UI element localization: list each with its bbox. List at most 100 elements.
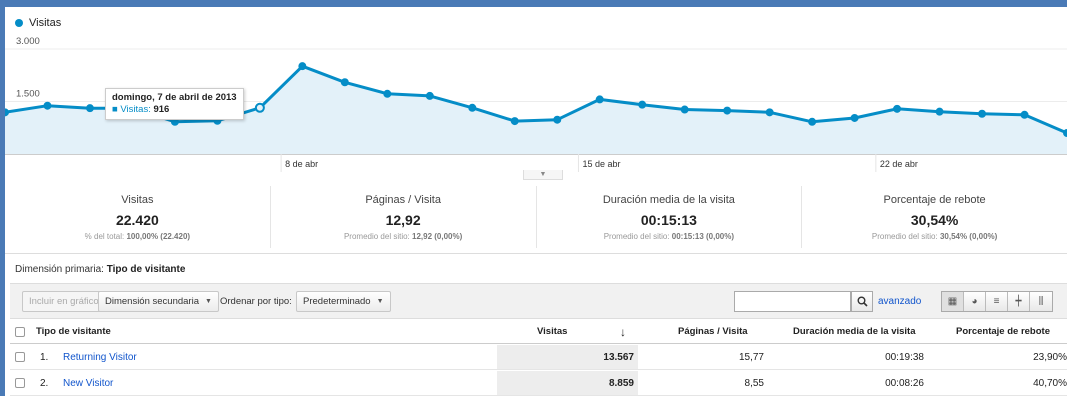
data-point[interactable] xyxy=(1020,110,1029,119)
data-point[interactable] xyxy=(43,101,52,110)
tooltip-date: domingo, 7 de abril de 2013 xyxy=(112,92,237,103)
col-pages-per-visit[interactable]: Páginas / Visita xyxy=(678,320,748,343)
metric-label: Porcentaje de rebote xyxy=(883,194,986,206)
data-point[interactable] xyxy=(553,115,562,124)
metric-value: 12,92 xyxy=(385,212,421,228)
data-point[interactable] xyxy=(850,113,859,122)
data-point[interactable] xyxy=(254,102,265,113)
checkbox-icon xyxy=(15,378,25,388)
data-point[interactable] xyxy=(5,108,9,117)
legend-dot-icon xyxy=(15,19,23,27)
secondary-dimension-dropdown[interactable]: Dimensión secundaria ▼ xyxy=(98,291,219,312)
comparison-view-icon[interactable]: ┿ xyxy=(1008,292,1030,311)
sort-type-dropdown[interactable]: Predeterminado ▼ xyxy=(296,291,391,312)
metric-sub-text: Promedio del sitio: xyxy=(603,232,672,241)
row-pages-per-visit: 8,55 xyxy=(744,377,764,389)
data-point[interactable] xyxy=(978,109,987,118)
performance-view-icon[interactable]: ≡ xyxy=(986,292,1008,311)
data-point[interactable] xyxy=(425,91,434,100)
data-point[interactable] xyxy=(808,117,817,126)
metric-label: Visitas xyxy=(121,194,154,206)
primary-dimension-value[interactable]: Tipo de visitante xyxy=(107,264,186,275)
col-avg-duration[interactable]: Duración media de la visita xyxy=(793,320,916,343)
metric-pages-per-visit[interactable]: Páginas / Visita 12,92 Promedio del siti… xyxy=(271,186,537,248)
table-row: 1. Returning Visitor 13.567 15,77 00:19:… xyxy=(10,345,1067,370)
advanced-filter-link[interactable]: avanzado xyxy=(878,296,921,307)
metric-sub-text: % del total: xyxy=(84,232,127,241)
pie-view-icon[interactable]: ◕ xyxy=(964,292,986,311)
data-point[interactable] xyxy=(595,95,604,104)
expand-chart-toggle[interactable]: ▼ xyxy=(523,170,563,180)
metric-label: Duración media de la visita xyxy=(602,194,735,206)
row-checkbox[interactable] xyxy=(15,345,25,369)
data-point[interactable] xyxy=(935,107,944,116)
metric-visits[interactable]: Visitas 22.420 % del total: 100,00% (22.… xyxy=(5,186,271,248)
data-point[interactable] xyxy=(468,103,477,112)
data-point[interactable] xyxy=(765,108,774,117)
y-tick-label: 1.500 xyxy=(16,89,40,100)
sort-desc-arrow-icon: ↓ xyxy=(620,324,626,339)
chart-tooltip: domingo, 7 de abril de 2013 ■ Visitas: 9… xyxy=(105,88,244,120)
metrics-summary: Visitas 22.420 % del total: 100,00% (22.… xyxy=(5,186,1067,248)
row-avg-duration: 00:19:38 xyxy=(885,351,924,363)
visits-chart: 3.000 1.500 8 de abr 15 de abr 22 de abr Vis… xyxy=(5,7,1067,180)
row-visits: 8.859 xyxy=(497,371,638,395)
data-point[interactable] xyxy=(85,104,94,113)
row-checkbox[interactable] xyxy=(15,371,25,395)
row-visitor-type-link[interactable]: New Visitor xyxy=(63,371,113,395)
chart-legend[interactable]: Visitas xyxy=(15,17,61,29)
plot-rows-button[interactable]: Incluir en gráfico xyxy=(22,291,106,312)
checkbox-icon xyxy=(15,326,25,337)
legend-label: Visitas xyxy=(29,17,62,29)
metric-label: Páginas / Visita xyxy=(365,194,441,206)
data-point[interactable] xyxy=(340,78,349,87)
row-bounce-rate: 40,70% xyxy=(1033,377,1067,389)
row-avg-duration: 00:08:26 xyxy=(885,377,924,389)
row-number: 2. xyxy=(40,377,49,389)
term-cloud-view-icon[interactable]: ⫼ xyxy=(1030,292,1052,311)
chevron-down-icon: ▼ xyxy=(376,298,384,305)
select-all-checkbox[interactable] xyxy=(15,320,25,343)
data-point[interactable] xyxy=(383,89,392,98)
checkbox-icon xyxy=(15,352,25,362)
metric-avg-duration[interactable]: Duración media de la visita 00:15:13 Pro… xyxy=(537,186,803,248)
table-search-input[interactable] xyxy=(734,291,851,312)
section-divider xyxy=(5,253,1067,254)
col-bounce-rate[interactable]: Porcentaje de rebote xyxy=(956,320,1050,343)
row-number: 1. xyxy=(40,351,49,363)
chevron-down-icon: ▼ xyxy=(205,298,212,305)
metric-sub: Promedio del sitio: 00:15:13 (0,00%) xyxy=(537,232,802,241)
search-icon xyxy=(857,296,868,307)
col-visits[interactable]: Visitas xyxy=(537,320,567,343)
table-view-icon[interactable]: ▦ xyxy=(942,292,964,311)
primary-dimension: Dimensión primaria: Tipo de visitante xyxy=(15,264,185,275)
data-point[interactable] xyxy=(893,104,902,113)
tooltip-metric: ■ Visitas: 916 xyxy=(112,104,237,116)
metric-sub-bold: 100,00% (22.420) xyxy=(126,232,191,241)
col-visitor-type[interactable]: Tipo de visitante xyxy=(36,320,111,343)
row-bounce-rate: 23,90% xyxy=(1033,351,1067,363)
data-point[interactable] xyxy=(510,117,519,126)
sort-label: Ordenar por tipo: xyxy=(220,296,292,307)
x-tick-label: 15 de abr xyxy=(582,159,620,169)
row-visitor-type-link[interactable]: Returning Visitor xyxy=(63,345,137,369)
x-tick-label: 22 de abr xyxy=(880,159,918,169)
metric-value: 22.420 xyxy=(115,212,159,228)
data-point[interactable] xyxy=(680,105,689,114)
metric-sub-bold: 30,54% (0,00%) xyxy=(939,232,998,241)
data-point[interactable] xyxy=(638,100,647,109)
data-point[interactable] xyxy=(723,106,732,115)
metric-sub-text: Promedio del sitio: xyxy=(343,232,412,241)
view-switcher: ▦ ◕ ≡ ┿ ⫼ xyxy=(941,291,1053,312)
metric-bounce-rate[interactable]: Porcentaje de rebote 30,54% Promedio del… xyxy=(802,186,1067,248)
search-button[interactable] xyxy=(851,291,873,312)
tooltip-square-icon: ■ xyxy=(112,104,118,115)
data-point[interactable] xyxy=(298,62,307,71)
tooltip-metric-value: 916 xyxy=(153,104,170,115)
data-point[interactable] xyxy=(1063,129,1067,137)
secondary-dimension-label: Dimensión secundaria xyxy=(105,296,199,307)
sort-type-value: Predeterminado xyxy=(303,296,371,307)
row-pages-per-visit: 15,77 xyxy=(738,351,764,363)
metric-value: 30,54% xyxy=(910,212,959,228)
table-toolbar: Incluir en gráfico Dimensión secundaria … xyxy=(10,283,1067,319)
